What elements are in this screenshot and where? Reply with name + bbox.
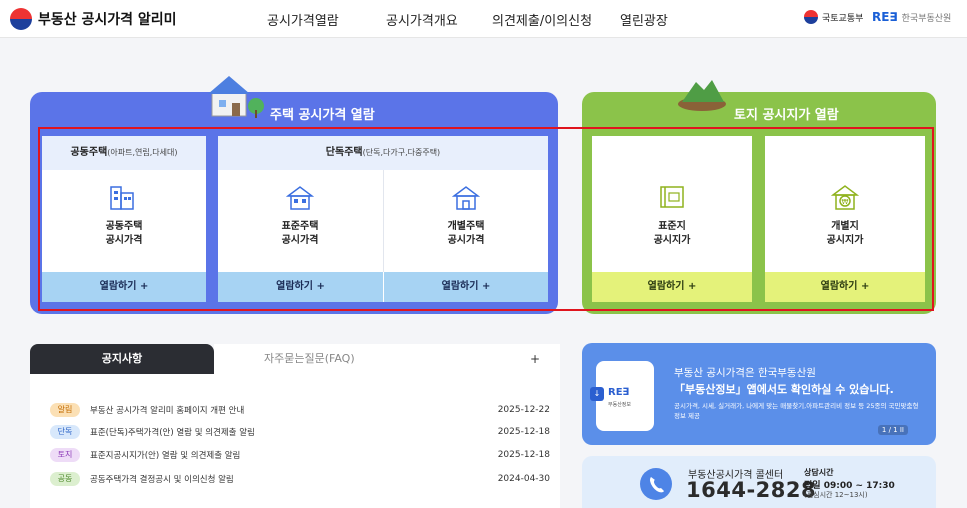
- notice-date: 2025-12-22: [497, 405, 550, 415]
- notice-date: 2024-04-30: [497, 474, 550, 484]
- logo-text: 부동산 공시가격: [38, 12, 134, 28]
- highlight-box: [38, 127, 934, 311]
- list-item[interactable]: 알림 부동산 공시가격 알리미 홈페이지 개편 안내 2025-12-22: [50, 401, 550, 419]
- nav-item-open-plaza[interactable]: 열린광장: [620, 10, 668, 29]
- category-badge: 토지: [50, 448, 80, 462]
- land-panel-title: 토지 공시지가 열람: [734, 108, 839, 123]
- list-item[interactable]: 단독 표준(단독)주택가격(안) 열람 및 의견제출 알림 2025-12-18: [50, 423, 550, 441]
- app-label: 부동산정보: [608, 402, 632, 408]
- app-mark: RE∃: [608, 387, 630, 398]
- download-icon: ↓: [590, 387, 604, 401]
- reb-mark-icon: RE∃: [872, 10, 898, 24]
- hours-note: (점심시간 12~13시): [804, 491, 868, 499]
- more-button[interactable]: +: [530, 344, 540, 374]
- ministry-name: 국토교통부: [822, 13, 864, 24]
- tab-faq[interactable]: 자주묻는질문(FAQ) +: [214, 344, 560, 374]
- notice-date: 2025-12-18: [497, 427, 550, 437]
- category-badge: 단독: [50, 425, 80, 439]
- call-center-number: 1644-2828: [686, 478, 817, 502]
- promo-line3: 공시가격, 시세, 실거래가, 나에게 맞는 매물찾기,아파트관리비 정보 등 …: [674, 402, 919, 420]
- logo-bold-text: 알리미: [137, 12, 177, 28]
- notice-title: 공동주택가격 결정공시 및 이의신청 알림: [90, 475, 234, 485]
- korea-emblem-icon: [10, 8, 32, 30]
- nav-item-objection[interactable]: 의견제출/이의신청: [492, 10, 592, 29]
- site-logo[interactable]: 부동산 공시가격 알리미: [10, 8, 177, 30]
- reb-name: 한국부동산원: [901, 13, 952, 24]
- housing-panel-title: 주택 공시가격 열람: [270, 108, 375, 123]
- notice-title: 표준(단독)주택가격(안) 열람 및 의견제출 알림: [90, 428, 255, 438]
- korea-emblem-icon: [804, 10, 818, 24]
- notice-date: 2025-12-18: [497, 450, 550, 460]
- phone-icon: [640, 468, 672, 500]
- ministry-logo[interactable]: 국토교통부: [804, 10, 863, 24]
- notice-title: 표준지공시지가(안) 열람 및 의견제출 알림: [90, 451, 241, 461]
- notice-tabs: 공지사항 자주묻는질문(FAQ) +: [30, 344, 560, 374]
- tab-notice[interactable]: 공지사항: [30, 344, 214, 374]
- notice-list: 알림 부동산 공시가격 알리미 홈페이지 개편 안내 2025-12-22 단독…: [30, 374, 560, 508]
- phone-mockup-icon: ↓ RE∃ 부동산정보: [590, 361, 654, 431]
- call-center: 부동산공시가격 콜센터 1644-2828 상담시간 평일 09:00 ~ 17…: [582, 456, 936, 508]
- category-badge: 공동: [50, 472, 80, 486]
- list-item[interactable]: 공동 공동주택가격 결정공시 및 이의신청 알림 2024-04-30: [50, 470, 550, 488]
- promo-line2: 「부동산정보」앱에서도 확인하실 수 있습니다.: [674, 383, 894, 396]
- tab-faq-label: 자주묻는질문(FAQ): [264, 352, 355, 365]
- nav-item-price-view[interactable]: 공시가격열람: [267, 10, 339, 29]
- house-illustration-icon: [208, 76, 264, 118]
- reb-logo[interactable]: RE∃ 한국부동산원: [872, 10, 951, 24]
- app-promo-banner[interactable]: ↓ RE∃ 부동산정보 부동산 공시가격은 한국부동산원 「부동산정보」앱에서도…: [582, 343, 936, 445]
- top-header: 부동산 공시가격 알리미 공시가격열람 공시가격개요 의견제출/이의신청 열린광…: [0, 0, 967, 38]
- list-item[interactable]: 토지 표준지공시지가(안) 열람 및 의견제출 알림 2025-12-18: [50, 446, 550, 464]
- hours-label: 상담시간: [804, 468, 834, 477]
- promo-line1: 부동산 공시가격은 한국부동산원: [674, 367, 816, 379]
- land-illustration-icon: [678, 80, 726, 111]
- nav-item-price-overview[interactable]: 공시가격개요: [386, 10, 458, 29]
- category-badge: 알림: [50, 403, 80, 417]
- notice-title: 부동산 공시가격 알리미 홈페이지 개편 안내: [90, 406, 245, 416]
- slide-pager[interactable]: 1 / 1 II: [877, 425, 908, 435]
